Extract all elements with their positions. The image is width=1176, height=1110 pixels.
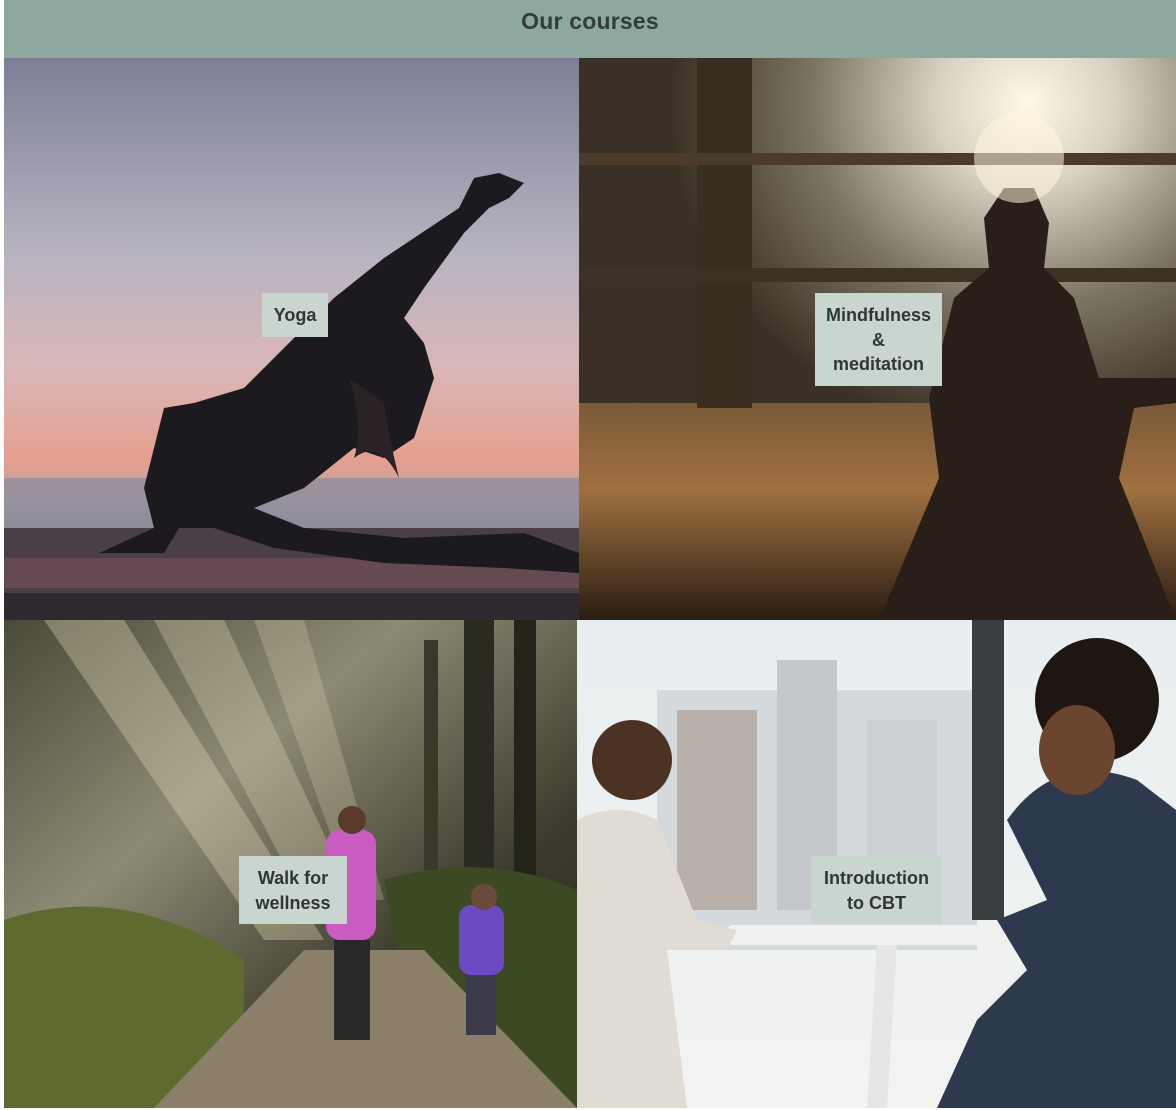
course-label-mindfulness: Mindfulness & meditation [815,293,942,386]
course-label-yoga: Yoga [262,293,328,337]
courses-page: Our courses Yoga Mindfulness & meditatio… [0,0,1176,1110]
yoga-image [4,58,579,620]
course-card-cbt[interactable]: Introduction to CBT [577,620,1176,1108]
course-card-walk[interactable]: Walk for wellness [4,620,577,1108]
course-card-mindfulness[interactable]: Mindfulness & meditation [579,58,1176,620]
course-label-walk: Walk for wellness [239,856,347,924]
course-label-cbt: Introduction to CBT [811,856,942,924]
page-header: Our courses [4,0,1176,58]
course-card-yoga[interactable]: Yoga [4,58,579,620]
page-title: Our courses [521,7,659,34]
